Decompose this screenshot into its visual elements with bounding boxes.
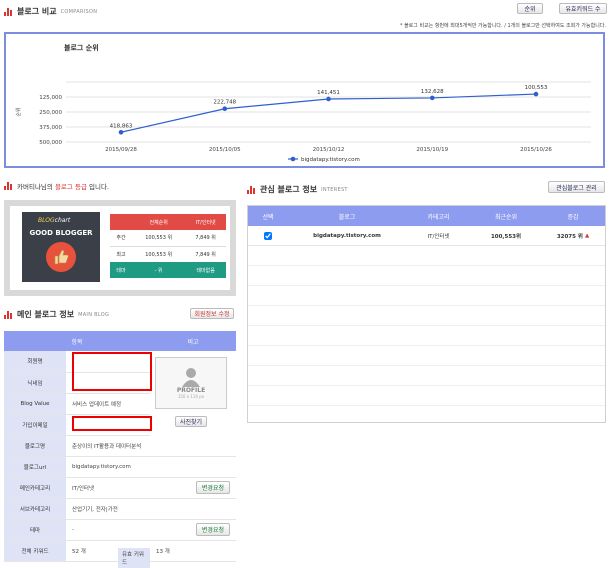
interest-title: 관심 블로그 정보 INTEREST <box>247 184 348 195</box>
valid-keyword-button[interactable]: 유효키워드 수 <box>559 3 607 14</box>
total-keyword-count: 52 개 <box>72 548 86 555</box>
row-sub-category: 서브카테고리 산업기기, 전자|가전 <box>4 498 236 520</box>
y-tick-label: 125,000 <box>39 95 62 101</box>
badge-text: GOOD BLOGGER <box>29 229 93 237</box>
chart-title: 블로그 순위 <box>64 43 99 52</box>
bar-chart-icon <box>4 182 13 190</box>
rank-chart-svg: 블로그 순위 125,000 250,000 375,000 500,000 순위 2015… <box>15 43 591 163</box>
data-point <box>429 95 435 101</box>
interest-empty-rows <box>248 246 605 422</box>
rank-grade-title: 카버티나님의 블로그 등급 입니다. <box>4 181 109 191</box>
grade-row-best: 최고 100,553 위 7,849 위 <box>116 251 216 258</box>
bar-chart-icon <box>4 7 13 16</box>
header-note: 비고 <box>187 338 199 346</box>
interest-title-text: 관심 블로그 정보 <box>260 185 318 194</box>
x-tick-label: 2015/10/12 <box>313 147 345 153</box>
edit-member-button[interactable]: 회원정보 수정 <box>190 308 234 319</box>
rank-chart: 블로그 순위 125,000 250,000 375,000 500,000 순위 2015… <box>4 32 605 168</box>
main-category-change-button[interactable]: 변경요청 <box>195 481 230 494</box>
y-tick-label: 500,000 <box>39 140 62 146</box>
data-label: 132,628 <box>421 89 444 95</box>
find-photo-button[interactable]: 사진찾기 <box>175 416 207 427</box>
y-tick-label: 375,000 <box>39 125 62 131</box>
y-tick-label: 250,000 <box>39 110 62 116</box>
x-tick-label: 2015/10/05 <box>209 147 241 153</box>
data-point <box>118 129 124 135</box>
grade-title-post: 입니다. <box>86 183 109 191</box>
interest-row-blog-link[interactable]: bigdatapy.tistory.com <box>288 226 406 245</box>
interest-table: 선택 블로그 카테고리 최근순위 증감 bigdatapy.tistory.co… <box>247 205 606 423</box>
data-label: 141,451 <box>317 90 340 96</box>
theme-change-button[interactable]: 변경요청 <box>195 523 230 536</box>
rank-button[interactable]: 순위 <box>517 3 543 14</box>
profile-image-placeholder: PROFILE 150 x 110 px <box>155 357 227 409</box>
row-blog-url: 블로그url bigdatapy.tistory.com <box>4 456 236 478</box>
row-main-category: 메인카테고리 IT/인터넷 변경요청 <box>4 477 236 499</box>
profile-size: 150 x 110 px <box>177 394 205 399</box>
data-point <box>533 91 539 97</box>
x-tick-label: 2015/09/28 <box>105 147 137 153</box>
x-tick-label: 2015/10/19 <box>416 147 448 153</box>
row-theme: 테마 - 변경요청 <box>4 519 236 541</box>
legend-marker <box>290 156 296 162</box>
comparison-subtitle: COMPARISON <box>60 8 98 15</box>
header-item: 항목 <box>71 338 83 346</box>
interest-row-checkbox[interactable] <box>264 231 272 240</box>
redaction-box-email <box>72 416 152 431</box>
interest-subtitle: INTEREST <box>321 186 348 193</box>
grade-row-weekly: 주간 100,553 위 7,849 위 <box>110 230 226 246</box>
interest-row: bigdatapy.tistory.com IT/인터넷 100,553위 32… <box>248 226 605 246</box>
grade-title-red: 블로그 등급 <box>54 183 87 191</box>
badge-brand-1: BLOG <box>38 217 55 224</box>
legend-label: bigdatapy.tistory.com <box>301 157 360 163</box>
profile-label: PROFILE <box>176 387 206 394</box>
col-overall-rank: 전체순위 <box>149 219 168 226</box>
data-point <box>326 96 331 102</box>
profile-icon <box>182 368 200 387</box>
grade-panel: BLOGchart GOOD BLOGGER 전체순위 IT/인터넷 주간 10… <box>4 200 236 296</box>
data-point <box>222 106 228 112</box>
grade-row-theme: 테마 - 위 테마없음 <box>110 262 226 278</box>
bar-chart-icon <box>4 310 13 319</box>
redaction-box-name <box>72 352 152 391</box>
comparison-title-text: 블로그 비교 <box>17 7 57 16</box>
data-label: 418,863 <box>110 123 133 129</box>
up-arrow-icon: ▲ <box>584 232 590 239</box>
thumbs-up-icon <box>46 242 76 272</box>
x-tick-label: 2015/10/26 <box>520 147 552 153</box>
grade-title-pre: 카버티나님의 <box>17 183 55 191</box>
grade-table: 전체순위 IT/인터넷 주간 100,553 위 7,849 위 최고 100,… <box>110 214 226 278</box>
interest-header: 선택 블로그 카테고리 최근순위 증감 <box>248 206 605 226</box>
y-axis-label: 순위 <box>15 107 22 116</box>
main-blog-title-text: 메인 블로그 정보 <box>17 310 75 319</box>
main-blog-subtitle: MAIN BLOG <box>78 311 110 318</box>
col-category-rank: IT/인터넷 <box>195 219 216 226</box>
badge-brand-2: chart <box>54 217 71 224</box>
data-label: 222,748 <box>213 100 236 106</box>
manage-interest-button[interactable]: 관심블로그 관리 <box>548 181 605 193</box>
comparison-note: * 블로그 비교는 항번에 최대5개씩만 가능합니다. / 1개의 블로그만 선… <box>399 23 606 29</box>
row-blog-name: 블로그명 춘상이의 IT활용과 데이터분석 <box>4 435 236 457</box>
main-blog-header: 항목 비고 <box>4 331 236 351</box>
data-label: 100,553 <box>525 85 548 91</box>
good-blogger-badge: BLOGchart GOOD BLOGGER <box>22 212 100 282</box>
bar-chart-icon <box>247 185 256 194</box>
main-blog-title: 메인 블로그 정보 MAIN BLOG <box>4 309 109 320</box>
comparison-title: 블로그 비교 COMPARISON <box>4 6 97 17</box>
